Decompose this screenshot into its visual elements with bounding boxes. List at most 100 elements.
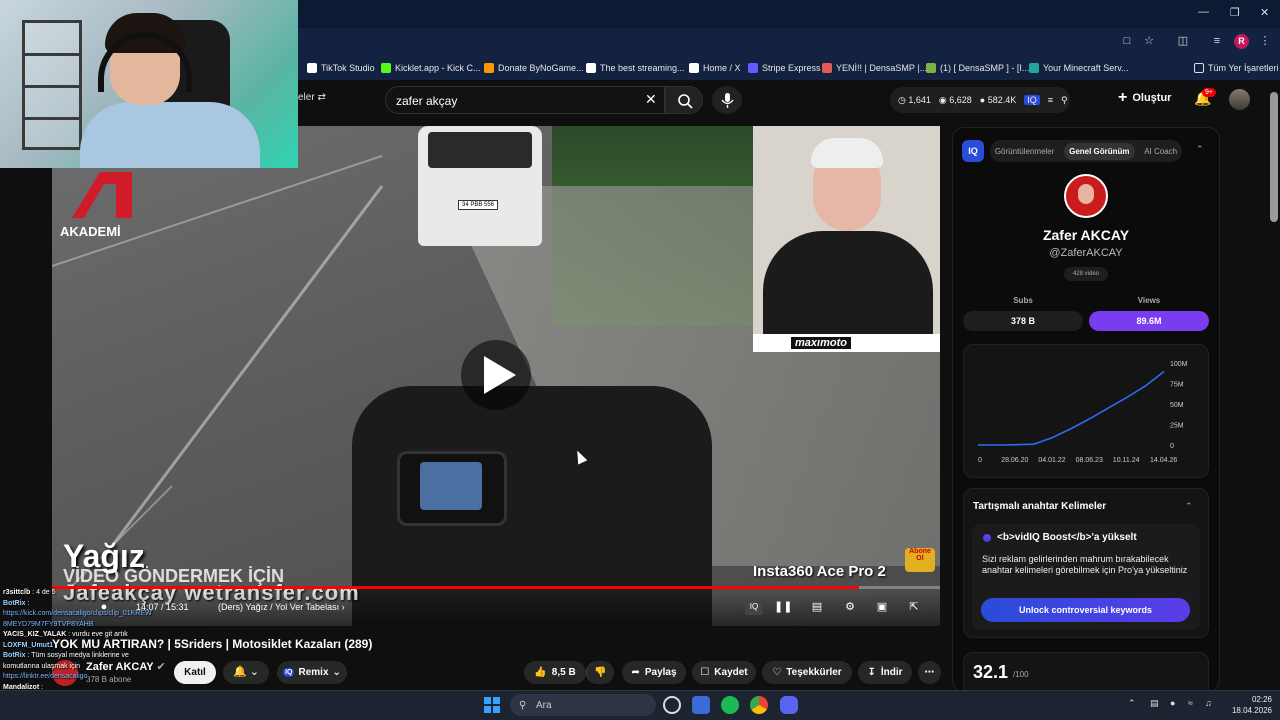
search-input[interactable]: zafer akçay xyxy=(385,86,665,114)
vidiq-score: 32.1 xyxy=(973,662,1009,682)
clear-search-icon[interactable]: ✕ xyxy=(645,91,657,108)
bookmark-item[interactable]: (1) [ DensaSMP ] - [I... xyxy=(926,56,1029,80)
download-icon: ↧ xyxy=(867,667,876,678)
keywords-title: Tartışmalı anahtar Kelimeler xyxy=(973,501,1107,512)
bookmark-item[interactable]: TikTok Studio xyxy=(307,56,375,80)
chart-x-tick: 14.04.26 xyxy=(1150,457,1177,464)
join-button[interactable]: Katıl xyxy=(174,661,216,684)
windows-start-icon[interactable] xyxy=(484,697,500,713)
share-icon: ➦ xyxy=(631,667,640,678)
taskbar-search[interactable]: ⚲ Ara xyxy=(510,694,656,716)
chat-username: YACIS_KIZ_YALAK xyxy=(3,631,69,638)
views-toggle[interactable]: 89.6M xyxy=(1089,311,1209,331)
trophy-icon: ⚲ xyxy=(1061,94,1068,105)
akademi-logo xyxy=(72,172,132,218)
tray-volume-icon[interactable]: ♫ xyxy=(1205,698,1212,708)
search-button[interactable] xyxy=(665,86,703,114)
filters-label[interactable]: eler ⇄ xyxy=(298,92,326,103)
chart-y-tick: 25M xyxy=(1170,423,1184,430)
bookmark-item[interactable]: Donate ByNoGame... xyxy=(484,56,584,80)
vidiq-video-count: 428 video xyxy=(1064,267,1108,281)
bookmark-item[interactable]: Home / X xyxy=(689,56,741,80)
subs-toggle[interactable]: 378 B xyxy=(963,311,1083,331)
account-avatar[interactable] xyxy=(1229,89,1250,110)
chart-series-line xyxy=(978,370,1165,446)
close-icon[interactable]: ✕ xyxy=(1260,6,1269,19)
bookmark-star-icon[interactable]: ☆ xyxy=(1142,34,1156,48)
taskbar-app-obs-icon[interactable] xyxy=(663,696,681,714)
bookmark-item[interactable]: YENİ!! | DensaSMP |... xyxy=(822,56,927,80)
subscription-bell-button[interactable]: 🔔 ⌄ xyxy=(223,661,269,684)
chat-message: komutlarına ulaşmak için xyxy=(3,662,80,672)
taskbar-app-chrome-icon[interactable] xyxy=(750,696,768,714)
chat-text: : Tüm sosyal medya linklerine ve xyxy=(27,652,129,659)
tray-network-icon[interactable]: ▤ xyxy=(1150,698,1159,709)
download-button[interactable]: ↧ İndir xyxy=(858,661,912,684)
tray-chevron-icon[interactable]: ⌃ xyxy=(1128,698,1136,709)
tab-ai-coach[interactable]: AI Coach xyxy=(1144,147,1177,156)
taskbar-clock[interactable]: 02:26 18.04.2026 xyxy=(1212,694,1272,716)
more-actions-button[interactable]: ⋯ xyxy=(918,661,941,684)
cast-icon[interactable]: □ xyxy=(1120,34,1134,48)
bookmark-item[interactable]: The best streaming... xyxy=(586,56,685,80)
motorcycle-dashboard xyxy=(397,451,507,526)
densa2-icon xyxy=(926,63,936,73)
chevron-down-icon: ⌄ xyxy=(332,667,341,678)
maxmoto-banner: maxımoto xyxy=(753,334,940,352)
voice-search-button[interactable] xyxy=(712,86,742,114)
vidiq-player-icon[interactable]: IQ xyxy=(745,599,763,615)
pause-circle-icon[interactable]: ❚❚ xyxy=(774,599,792,615)
sponsor-label: Insta360 Ace Pro 2 xyxy=(753,563,886,580)
stripe-icon xyxy=(748,63,758,73)
restore-icon[interactable]: ❐ xyxy=(1230,6,1240,19)
chat-message: BotRix : xyxy=(3,599,29,609)
chart-x-tick: 28.06.20 xyxy=(1001,457,1028,464)
play-icon xyxy=(484,356,516,394)
menu-dots-icon[interactable]: ⋮ xyxy=(1258,34,1272,48)
folder-icon xyxy=(1194,63,1204,73)
more-dots-icon: ⋯ xyxy=(924,667,935,678)
remix-button[interactable]: IQ Remix ⌄ xyxy=(277,661,347,684)
settings-gear-icon[interactable]: ⚙ xyxy=(841,599,859,615)
thanks-button[interactable]: ♡ Teşekkürler xyxy=(762,661,852,684)
bookmark-icon: ☐ xyxy=(700,667,710,678)
tray-wifi-icon[interactable]: ≈ xyxy=(1188,698,1193,708)
subtitles-icon[interactable]: ▤ xyxy=(808,599,826,615)
tab-overview[interactable]: Genel Görünüm xyxy=(1064,142,1135,160)
fullscreen-icon[interactable]: ⇱ xyxy=(905,599,923,615)
bookmark-item[interactable]: Kicklet.app - Kick C... xyxy=(381,56,481,80)
taskbar-app-discord-icon[interactable] xyxy=(780,696,798,714)
miniplayer-icon[interactable]: ▣ xyxy=(873,599,891,615)
chart-x-tick: 04.01.22 xyxy=(1038,457,1065,464)
taskbar-app-game-icon[interactable] xyxy=(692,696,710,714)
like-button[interactable]: 👍 8,5 B xyxy=(524,661,586,684)
chat-text: https://linktr.ee/densacaligo xyxy=(3,673,88,680)
create-button[interactable]: + Oluştur xyxy=(1118,89,1171,107)
collapse-chevron-icon[interactable]: ⌃ xyxy=(1196,144,1204,155)
streamer-webcam xyxy=(0,0,298,168)
collapse-chevron-icon[interactable]: ⌃ xyxy=(1185,501,1193,512)
taskbar-app-spotify-icon[interactable] xyxy=(721,696,739,714)
all-bookmarks[interactable]: Tüm Yer İşaretleri xyxy=(1194,56,1279,80)
extensions-icon[interactable]: ◫ xyxy=(1176,34,1190,48)
page-scrollbar[interactable] xyxy=(1270,92,1278,222)
share-button[interactable]: ➦ Paylaş xyxy=(622,661,686,684)
tab-views[interactable]: Görüntülenmeler xyxy=(995,147,1055,156)
vidiq-stats-bar[interactable]: ◷ 1,641 ◉ 6,628 ● 582.4K IQ ≡ ⚲ xyxy=(890,87,1070,113)
chat-message: BotRix : Tüm sosyal medya linklerine ve xyxy=(3,651,129,661)
save-button[interactable]: ☐ Kaydet xyxy=(692,661,756,684)
vidiq-icon: IQ xyxy=(1024,95,1040,105)
profile-avatar[interactable]: R xyxy=(1234,34,1249,49)
chart-x-tick: 10.11.24 xyxy=(1113,457,1140,464)
media-icon[interactable]: ≡ xyxy=(1210,34,1224,48)
dislike-button[interactable]: 👎 xyxy=(586,661,614,684)
bookmark-item[interactable]: Your Minecraft Serv... xyxy=(1029,56,1129,80)
chat-username: LOXFM_Umut1 xyxy=(3,641,56,649)
bookmark-item[interactable]: Stripe Express xyxy=(748,56,821,80)
tray-mic-icon[interactable]: ● xyxy=(1170,698,1175,708)
minimize-icon[interactable]: — xyxy=(1198,6,1209,18)
chart-y-tick: 50M xyxy=(1170,402,1184,409)
video-chapter[interactable]: (Ders) Yağız / Yol Ver Tabelası › xyxy=(218,602,345,612)
unlock-keywords-button[interactable]: Unlock controversial keywords xyxy=(981,598,1190,622)
chat-text: 8MEYD79M7FY9TVP8YAHB xyxy=(3,620,94,628)
